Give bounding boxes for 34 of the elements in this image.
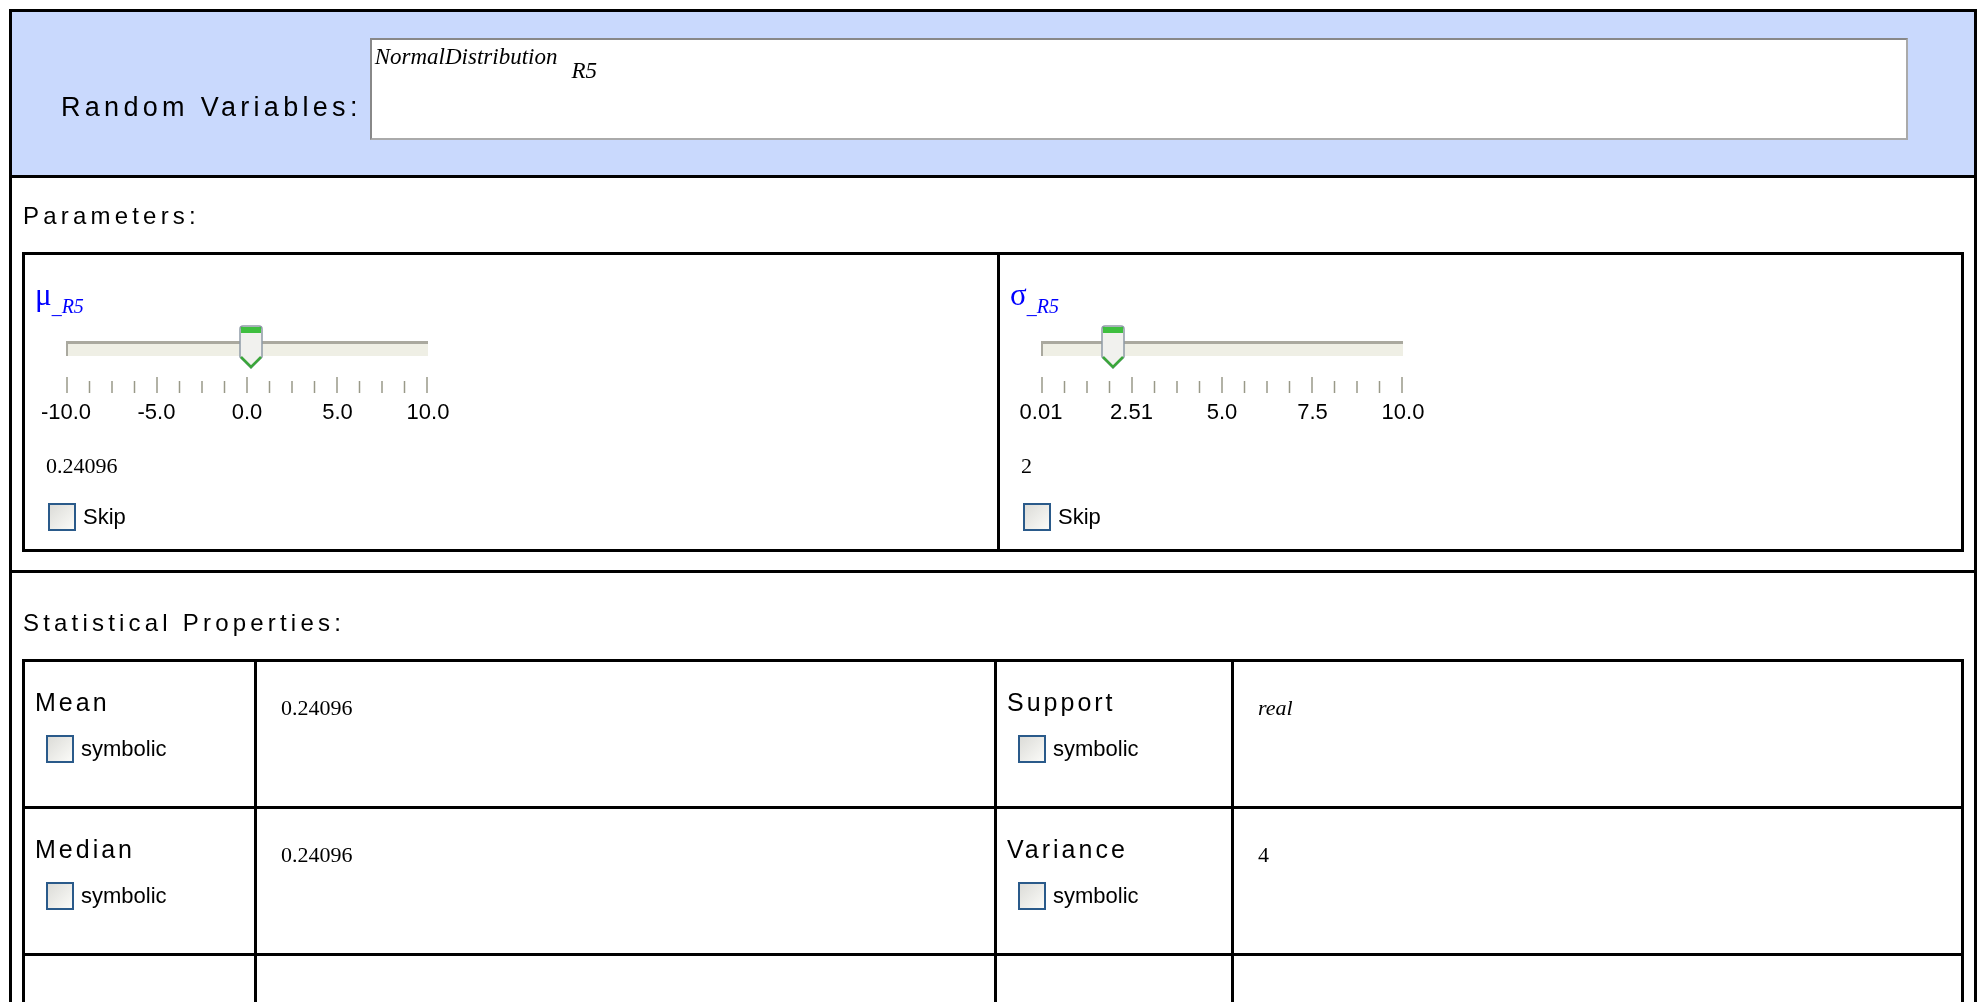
parameter-value: 2 bbox=[1021, 453, 1032, 479]
property-label: Median bbox=[35, 835, 135, 864]
tick-label: 0.0 bbox=[231, 399, 263, 425]
property-label: Mean bbox=[35, 688, 110, 717]
tick-label: -10.0 bbox=[40, 399, 92, 425]
skip-checkbox[interactable]: Skip bbox=[1023, 503, 1101, 531]
property-value: real bbox=[1258, 695, 1293, 720]
property-value: 0.24096 bbox=[281, 842, 353, 867]
section-title: Statistical Properties: bbox=[23, 609, 347, 638]
expression-field[interactable]: NormalDistribution R5 bbox=[369, 38, 1908, 140]
parameter-value: 0.24096 bbox=[46, 453, 118, 479]
tick-label: 10.0 bbox=[1381, 399, 1425, 425]
slider-thumb[interactable] bbox=[1100, 325, 1127, 369]
slider-thumb[interactable] bbox=[238, 325, 265, 369]
tick-label: 0.01 bbox=[1019, 399, 1063, 425]
tick-label: 7.5 bbox=[1297, 399, 1328, 425]
symbolic-checkbox[interactable]: symbolic bbox=[46, 735, 167, 763]
property-value: 0.24096 bbox=[281, 695, 353, 720]
skip-checkbox[interactable]: Skip bbox=[48, 503, 126, 531]
symbolic-checkbox[interactable]: symbolic bbox=[1018, 882, 1139, 910]
tick-label: -5.0 bbox=[137, 399, 176, 425]
symbolic-checkbox[interactable]: symbolic bbox=[46, 882, 167, 910]
slider[interactable] bbox=[66, 325, 428, 369]
tick-label: 5.0 bbox=[322, 399, 353, 425]
tick-label: 10.0 bbox=[406, 399, 450, 425]
property-value: 4 bbox=[1258, 842, 1269, 867]
property-label: Support bbox=[1007, 688, 1116, 717]
section-title: Parameters: bbox=[23, 202, 201, 231]
tick-label: 5.0 bbox=[1206, 399, 1238, 425]
symbolic-checkbox[interactable]: symbolic bbox=[1018, 735, 1139, 763]
random-variables-label: Random Variables: bbox=[61, 92, 362, 123]
property-label: Variance bbox=[1007, 835, 1128, 864]
tick-label: 2.51 bbox=[1110, 399, 1153, 425]
slider[interactable] bbox=[1041, 325, 1403, 369]
